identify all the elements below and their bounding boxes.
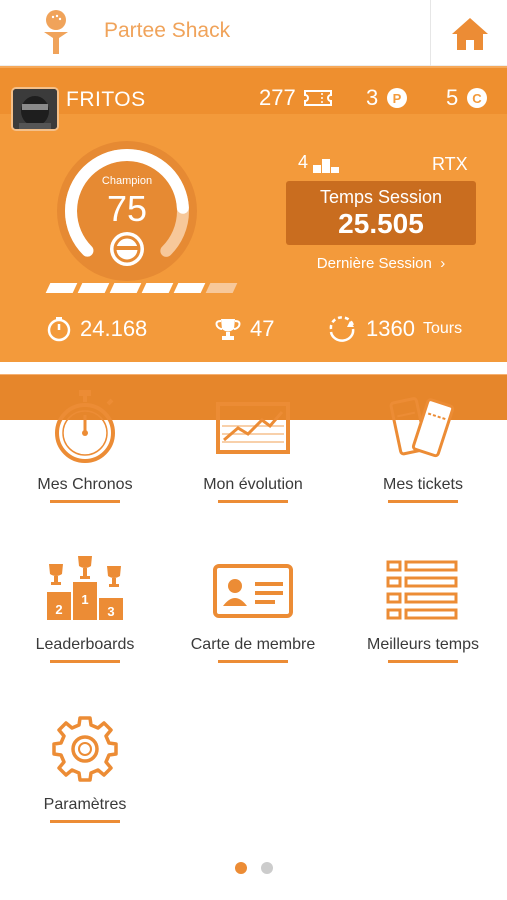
laps-unit: Tours [422, 320, 463, 337]
trophies-stat: 47 [214, 316, 274, 342]
chart-icon [178, 402, 328, 454]
last-session-label: Dernière Session [316, 255, 432, 272]
page-indicator [0, 862, 507, 874]
tickets-count: 277 [259, 85, 332, 111]
menu-carte-de-membre[interactable]: Carte de membre [178, 550, 328, 680]
helmet-icon [13, 89, 57, 129]
menu-label: Paramètres [43, 796, 127, 813]
underline [50, 820, 120, 823]
list-icon [348, 560, 498, 620]
progress-segment [45, 283, 78, 293]
svg-text:C: C [473, 91, 483, 106]
underline [218, 500, 288, 503]
menu-mes-tickets[interactable]: Mes tickets [348, 390, 498, 520]
underline [50, 660, 120, 663]
app-header: Partee Shack [0, 0, 507, 66]
page-dot-2[interactable] [260, 862, 273, 874]
underline [388, 660, 458, 663]
svg-text:3: 3 [107, 604, 114, 619]
menu-label: Meilleurs temps [366, 636, 480, 653]
podium-small-icon [313, 159, 340, 173]
laps-value: 1360 [366, 316, 415, 341]
svg-text:P: P [393, 91, 402, 106]
car-label: RTX [432, 154, 468, 174]
stopwatch-small-icon [47, 317, 71, 342]
home-icon [452, 18, 488, 50]
progress-segment [141, 283, 174, 293]
credits-count: 5 C [446, 85, 488, 111]
podium-icon: 2 1 3 [10, 554, 160, 622]
rank-indicator: 4 [298, 152, 340, 173]
progress-segment [173, 283, 206, 293]
level-title: Champion [101, 175, 153, 187]
menu-label: Carte de membre [190, 636, 316, 653]
tickets-icon [348, 394, 498, 460]
points-count: 3 P [366, 85, 408, 111]
last-session-link[interactable]: Dernière Session › [286, 255, 476, 272]
underline [388, 500, 458, 503]
header-divider [430, 0, 431, 66]
menu-label: Mes Chronos [37, 476, 133, 493]
underline [218, 660, 288, 663]
credits-value: 5 [446, 85, 459, 110]
avatar[interactable] [11, 87, 59, 131]
tickets-value: 277 [259, 85, 296, 110]
menu-mon-evolution[interactable]: Mon évolution [178, 390, 328, 520]
laps-icon [329, 316, 355, 342]
best-time-stat: 24.168 [46, 316, 147, 342]
points-icon: P [387, 88, 408, 108]
session-time-box: Temps Session 25.505 [286, 181, 476, 245]
home-button[interactable] [444, 12, 496, 56]
trophies-value: 47 [250, 316, 275, 341]
points-value: 3 [366, 85, 379, 110]
menu-parametres[interactable]: Paramètres [10, 712, 160, 842]
menu-label: Mes tickets [382, 476, 463, 493]
progress-segment [109, 283, 142, 293]
username: FRITOS [66, 88, 146, 111]
menu-leaderboards[interactable]: 2 1 3 Leaderboards [10, 550, 160, 680]
credits-icon: C [467, 88, 488, 108]
level-value: 75 [106, 188, 148, 229]
menu-mes-chronos[interactable]: Mes Chronos [10, 390, 160, 520]
steering-wheel-icon [110, 232, 144, 266]
menu-label: Mon évolution [203, 476, 303, 493]
menu-label: Leaderboards [35, 636, 135, 653]
trophy-icon [215, 319, 241, 340]
stopwatch-icon [10, 390, 160, 464]
progress-segment [205, 283, 238, 293]
chevron-right-icon: › [436, 255, 446, 272]
ticket-icon [303, 90, 332, 106]
golf-tee-icon [44, 10, 68, 54]
rank-value: 4 [298, 152, 309, 172]
menu-meilleurs-temps[interactable]: Meilleurs temps [348, 550, 498, 680]
level-progress [45, 283, 238, 293]
progress-segment [77, 283, 110, 293]
underline [50, 500, 120, 503]
gear-icon [10, 714, 160, 784]
svg-text:2: 2 [55, 602, 62, 617]
svg-text:1: 1 [81, 592, 88, 607]
laps-stat: 1360 Tours [326, 316, 462, 342]
member-card-icon [178, 564, 328, 618]
app-title: Partee Shack [104, 19, 231, 42]
session-label: Temps Session [319, 187, 443, 207]
session-value: 25.505 [338, 208, 424, 239]
best-time-value: 24.168 [80, 316, 148, 341]
page-dot-1[interactable] [234, 862, 247, 874]
